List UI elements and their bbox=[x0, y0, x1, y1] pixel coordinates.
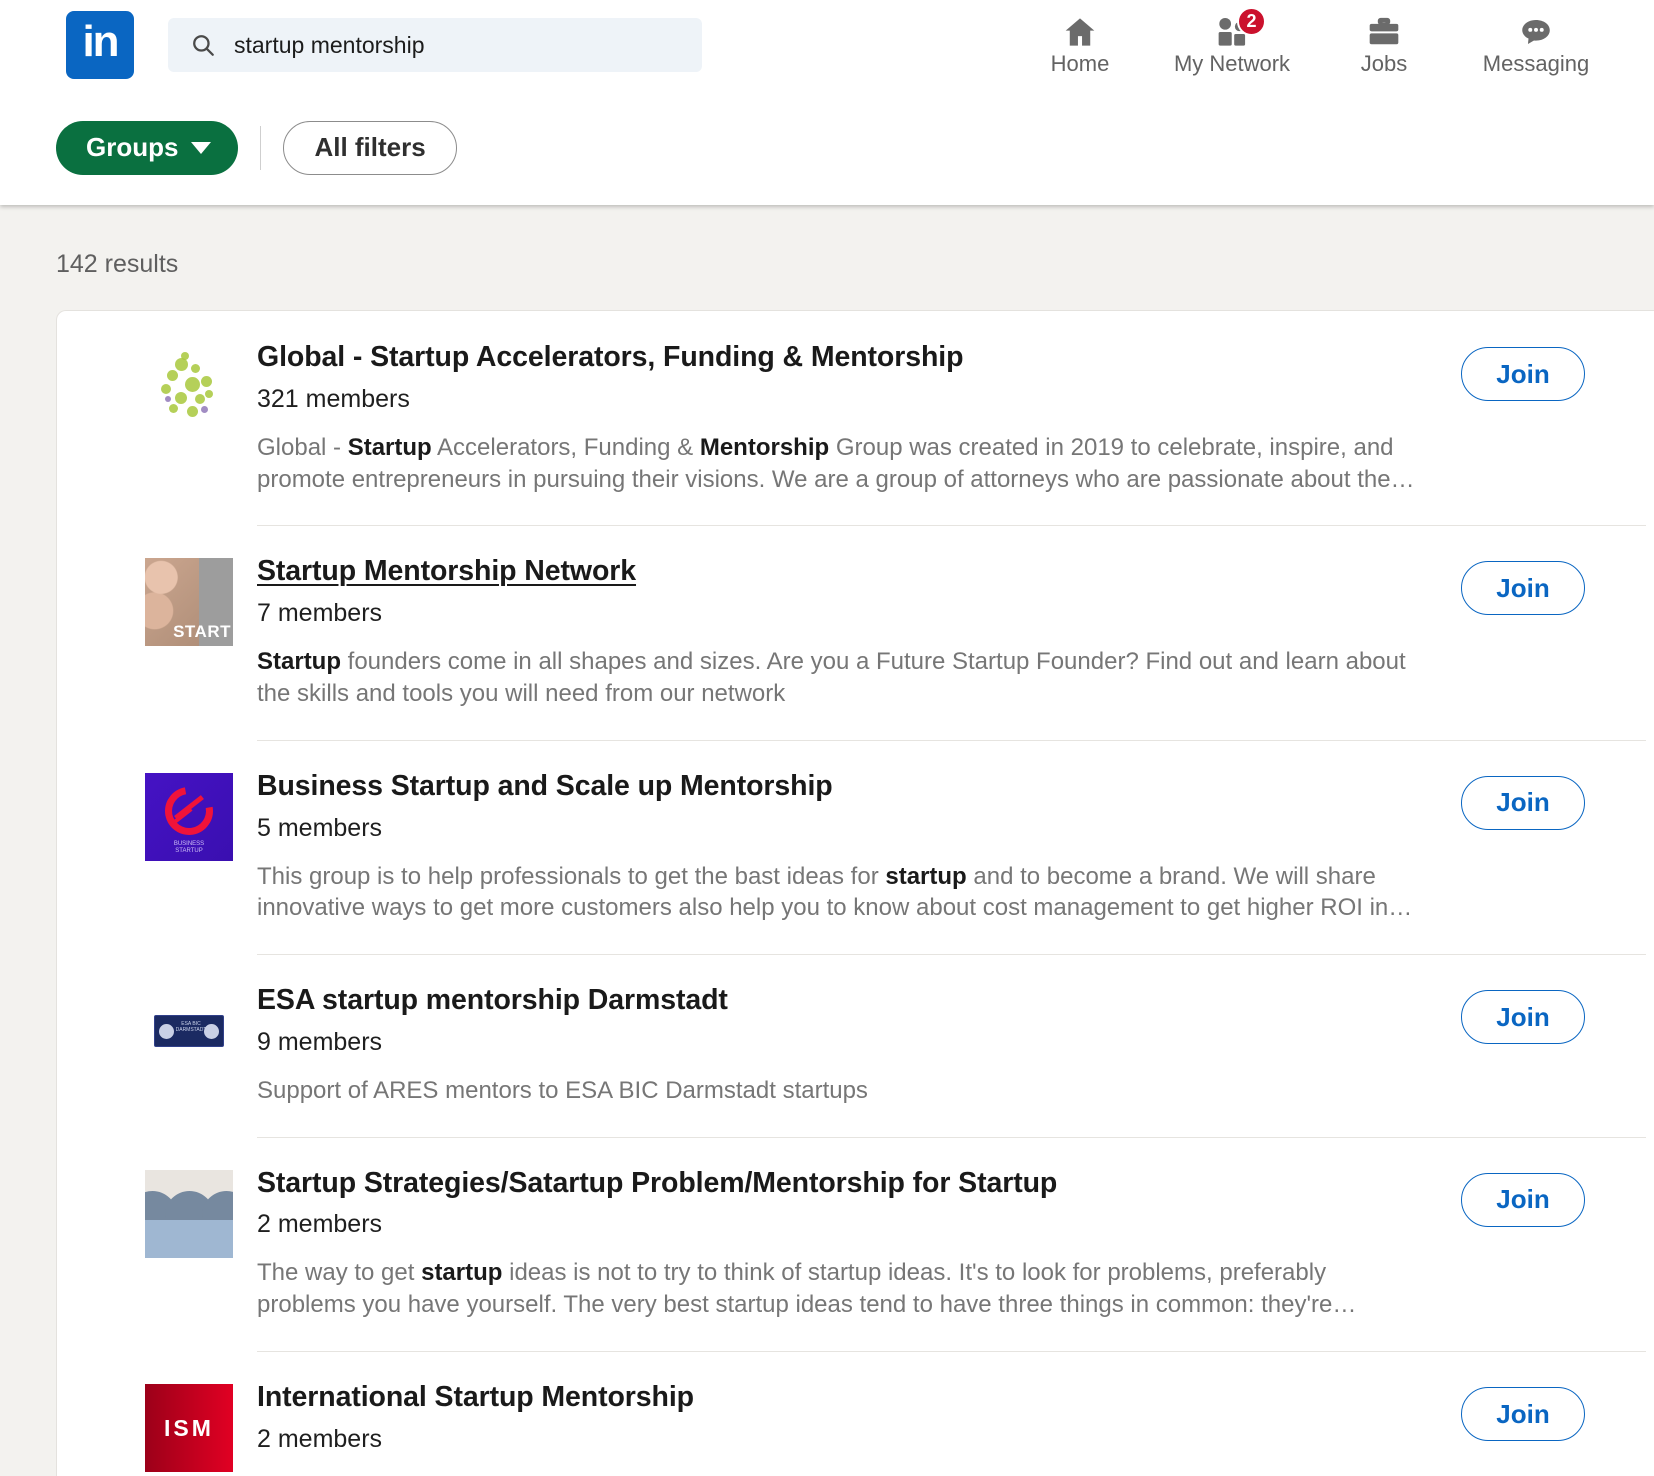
group-result-row[interactable]: START Startup Mentorship Network 7 membe… bbox=[57, 525, 1654, 739]
my-network-icon-wrap: 2 bbox=[1214, 16, 1250, 48]
result-body: International Startup Mentorship 2 membe… bbox=[257, 1381, 1461, 1476]
result-body: Business Startup and Scale up Mentorship… bbox=[257, 770, 1461, 924]
search-box[interactable] bbox=[168, 18, 702, 72]
group-result-row[interactable]: BUSINESSSTARTUP Business Startup and Sca… bbox=[57, 740, 1654, 954]
join-button[interactable]: Join bbox=[1461, 776, 1585, 830]
result-body: Global - Startup Accelerators, Funding &… bbox=[257, 341, 1461, 495]
nav-label-messaging: Messaging bbox=[1483, 53, 1589, 75]
thumbnail-column bbox=[57, 341, 257, 432]
action-column: Join bbox=[1461, 1381, 1654, 1441]
search-results-area: 142 results bbox=[0, 205, 1654, 1476]
search-input[interactable] bbox=[234, 32, 686, 59]
thumbnail-column: ISM bbox=[57, 1381, 257, 1472]
member-count: 7 members bbox=[257, 598, 1431, 628]
all-filters-button[interactable]: All filters bbox=[283, 121, 456, 175]
nav-item-home[interactable]: Home bbox=[1004, 0, 1156, 90]
member-count: 9 members bbox=[257, 1027, 1431, 1057]
blue-circles-thumbnail bbox=[145, 1170, 233, 1258]
header-top-bar: in Home bbox=[0, 0, 1654, 90]
member-count: 2 members bbox=[257, 1209, 1431, 1239]
rocket-thumbnail-caption: BUSINESSSTARTUP bbox=[146, 841, 232, 855]
result-body: Startup Strategies/Satartup Problem/Ment… bbox=[257, 1167, 1461, 1321]
home-icon bbox=[1063, 17, 1097, 47]
filter-separator bbox=[260, 126, 261, 170]
group-title[interactable]: Global - Startup Accelerators, Funding &… bbox=[257, 341, 963, 373]
chevron-down-icon bbox=[191, 142, 211, 154]
results-list-card: Global - Startup Accelerators, Funding &… bbox=[56, 310, 1654, 1476]
result-body: ESA startup mentorship Darmstadt 9 membe… bbox=[257, 984, 1461, 1107]
results-count: 142 results bbox=[0, 205, 1654, 277]
group-title[interactable]: Startup Mentorship Network bbox=[257, 555, 636, 587]
join-button[interactable]: Join bbox=[1461, 990, 1585, 1044]
my-network-badge: 2 bbox=[1237, 7, 1266, 36]
group-snippet: Startup founders come in all shapes and … bbox=[257, 646, 1431, 710]
esa-navy-plate-thumbnail: ESA BICDARMSTADT bbox=[145, 987, 233, 1075]
nav-label-my-network: My Network bbox=[1174, 53, 1290, 75]
member-count: 5 members bbox=[257, 813, 1431, 843]
group-title[interactable]: International Startup Mentorship bbox=[257, 1381, 694, 1413]
messaging-bubble-icon bbox=[1519, 17, 1553, 47]
result-body: Startup Mentorship Network 7 members Sta… bbox=[257, 555, 1461, 709]
nav-label-jobs: Jobs bbox=[1361, 53, 1407, 75]
linkedin-logo-text: in bbox=[82, 20, 117, 64]
nav-item-jobs[interactable]: Jobs bbox=[1308, 0, 1460, 90]
group-snippet: Support of ARES mentors to ESA BIC Darms… bbox=[257, 1075, 1431, 1107]
start-photo-caption: START bbox=[173, 622, 231, 642]
ism-logo-text: ISM bbox=[164, 1415, 214, 1442]
all-filters-label: All filters bbox=[314, 132, 425, 163]
global-header: in Home bbox=[0, 0, 1654, 205]
jobs-briefcase-icon bbox=[1367, 17, 1401, 47]
group-result-row[interactable]: ESA BICDARMSTADT ESA startup mentorship … bbox=[57, 954, 1654, 1137]
nav-item-messaging[interactable]: Messaging bbox=[1460, 0, 1612, 90]
group-result-row[interactable]: Global - Startup Accelerators, Funding &… bbox=[57, 311, 1654, 525]
member-count: 2 members bbox=[257, 1424, 1431, 1454]
groups-filter-label: Groups bbox=[86, 132, 178, 163]
group-title[interactable]: ESA startup mentorship Darmstadt bbox=[257, 984, 728, 1016]
join-button[interactable]: Join bbox=[1461, 347, 1585, 401]
join-button[interactable]: Join bbox=[1461, 1387, 1585, 1441]
thumbnail-column: START bbox=[57, 555, 257, 646]
action-column: Join bbox=[1461, 770, 1654, 830]
primary-navigation: Home 2 My Network bbox=[1004, 0, 1654, 90]
ism-red-thumbnail: ISM bbox=[145, 1384, 233, 1472]
filter-bar: Groups All filters bbox=[0, 90, 1654, 205]
home-icon-wrap bbox=[1063, 16, 1097, 48]
action-column: Join bbox=[1461, 555, 1654, 615]
lower-band-shape bbox=[145, 1220, 233, 1258]
thumbnail-column bbox=[57, 1167, 257, 1258]
groups-filter-button[interactable]: Groups bbox=[56, 121, 238, 175]
action-column: Join bbox=[1461, 1167, 1654, 1227]
group-snippet: This group is to help professionals to g… bbox=[257, 861, 1431, 925]
jobs-icon-wrap bbox=[1367, 16, 1401, 48]
group-result-row[interactable]: Startup Strategies/Satartup Problem/Ment… bbox=[57, 1137, 1654, 1351]
group-snippet: ISM aims to evangelize and breed the mem… bbox=[257, 1472, 1431, 1476]
group-title[interactable]: Business Startup and Scale up Mentorship bbox=[257, 770, 833, 802]
join-button[interactable]: Join bbox=[1461, 561, 1585, 615]
search-icon bbox=[190, 32, 216, 58]
group-snippet: The way to get startup ideas is not to t… bbox=[257, 1257, 1431, 1321]
nav-label-home: Home bbox=[1051, 53, 1110, 75]
messaging-icon-wrap bbox=[1519, 16, 1553, 48]
join-button[interactable]: Join bbox=[1461, 1173, 1585, 1227]
esa-plate-shape: ESA BICDARMSTADT bbox=[154, 1015, 224, 1047]
nav-item-my-network[interactable]: 2 My Network bbox=[1156, 0, 1308, 90]
thumbnail-column: ESA BICDARMSTADT bbox=[57, 984, 257, 1075]
group-snippet: Global - Startup Accelerators, Funding &… bbox=[257, 432, 1431, 496]
action-column: Join bbox=[1461, 984, 1654, 1044]
start-photo-thumbnail: START bbox=[145, 558, 233, 646]
linkedin-logo[interactable]: in bbox=[66, 11, 134, 79]
action-column: Join bbox=[1461, 341, 1654, 401]
purple-rocket-thumbnail: BUSINESSSTARTUP bbox=[145, 773, 233, 861]
group-result-row[interactable]: ISM International Startup Mentorship 2 m… bbox=[57, 1351, 1654, 1476]
group-title[interactable]: Startup Strategies/Satartup Problem/Ment… bbox=[257, 1167, 1057, 1199]
green-dots-thumbnail bbox=[145, 344, 233, 432]
esa-plate-text: ESA BICDARMSTADT bbox=[175, 1021, 207, 1033]
member-count: 321 members bbox=[257, 384, 1431, 414]
thumbnail-column: BUSINESSSTARTUP bbox=[57, 770, 257, 861]
